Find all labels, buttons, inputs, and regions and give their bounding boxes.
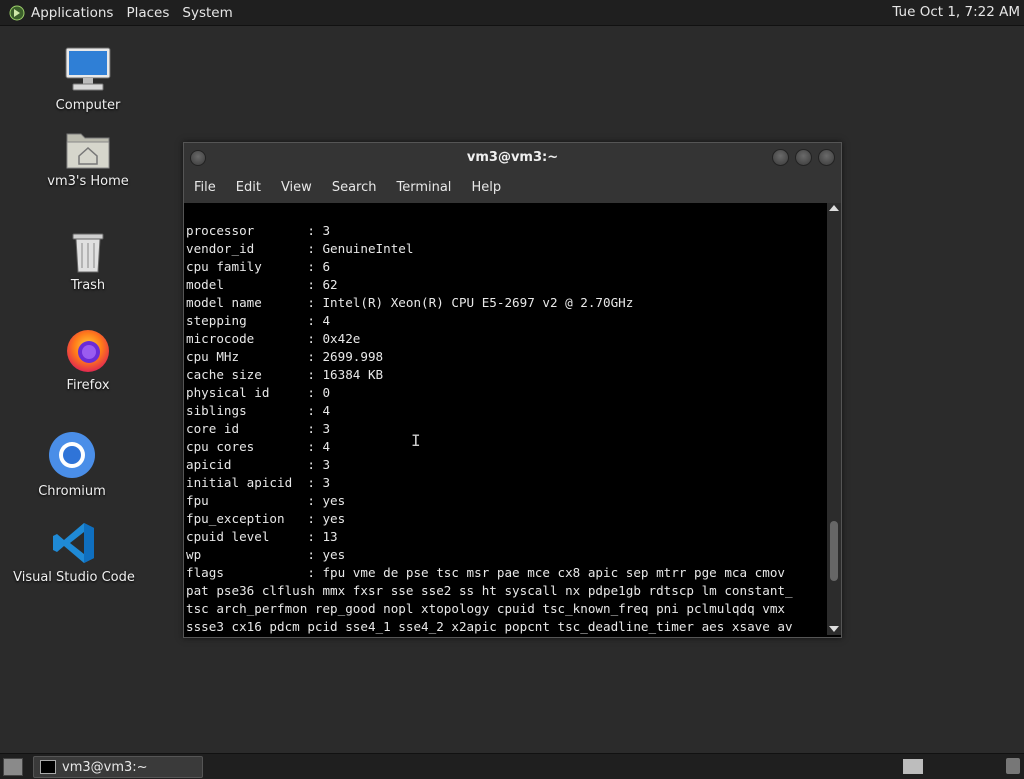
desktop-icon-label: Firefox [66,378,110,393]
vscode-icon [53,523,94,563]
window-title: vm3@vm3:~ [466,150,559,165]
desktop-icon-label: Computer [55,98,121,113]
desktop-icon-firefox[interactable]: Firefox [40,326,136,393]
desktop-icon-label: vm3's Home [47,174,129,189]
scroll-up-arrow-icon[interactable] [829,205,839,211]
firefox-icon [67,330,109,372]
close-button[interactable] [818,149,835,166]
distro-logo-icon[interactable] [9,5,25,21]
menu-search[interactable]: Search [322,180,387,195]
applications-menu[interactable]: Applications [29,5,120,21]
taskbar-terminal-button[interactable]: vm3@vm3:~ [33,756,203,778]
scroll-down-arrow-icon[interactable] [829,626,839,632]
desktop-icon-trash[interactable]: Trash [40,228,136,293]
chromium-icon [49,432,95,478]
terminal-icon [40,760,56,774]
desktop-icon-computer[interactable]: Computer [40,44,136,113]
text-cursor-icon: I [411,431,421,450]
minimize-button[interactable] [772,149,789,166]
window-menu-button[interactable] [190,150,206,166]
desktop-icon-vscode[interactable]: Visual Studio Code [10,520,138,585]
desktop-icon-home[interactable]: vm3's Home [40,128,136,189]
desktop-icon-label: Trash [70,278,106,293]
clock[interactable]: Tue Oct 1, 7:22 AM [892,4,1020,20]
menu-view[interactable]: View [271,180,322,195]
scroll-thumb[interactable] [830,521,838,581]
menu-file[interactable]: File [184,180,226,195]
terminal-window[interactable]: vm3@vm3:~ File Edit View Search Terminal… [183,142,842,638]
menu-edit[interactable]: Edit [226,180,271,195]
places-menu[interactable]: Places [124,5,176,21]
workspace-switcher[interactable] [903,759,923,774]
bottom-panel: vm3@vm3:~ [0,753,1024,779]
terminal-text: processor : 3 vendor_id : GenuineIntel c… [186,223,793,634]
show-desktop-icon[interactable] [3,758,23,776]
top-panel: Applications Places System Tue Oct 1, 7:… [0,0,1024,26]
menu-terminal[interactable]: Terminal [386,180,461,195]
window-titlebar[interactable]: vm3@vm3:~ [184,143,841,172]
desktop-icon-label: Chromium [38,484,106,499]
trash-icon [72,233,104,273]
terminal-output[interactable]: processor : 3 vendor_id : GenuineIntel c… [184,203,827,635]
terminal-scrollbar[interactable] [827,203,841,635]
terminal-menubar: File Edit View Search Terminal Help [184,172,841,204]
system-menu[interactable]: System [180,5,239,21]
computer-icon [65,47,111,91]
home-folder-icon [66,133,110,169]
taskbar-label: vm3@vm3:~ [62,759,148,775]
menu-help[interactable]: Help [461,180,511,195]
desktop-icon-label: Visual Studio Code [13,570,135,585]
maximize-button[interactable] [795,149,812,166]
desktop-icon-chromium[interactable]: Chromium [24,430,120,499]
trash-applet-icon[interactable] [1006,758,1020,774]
